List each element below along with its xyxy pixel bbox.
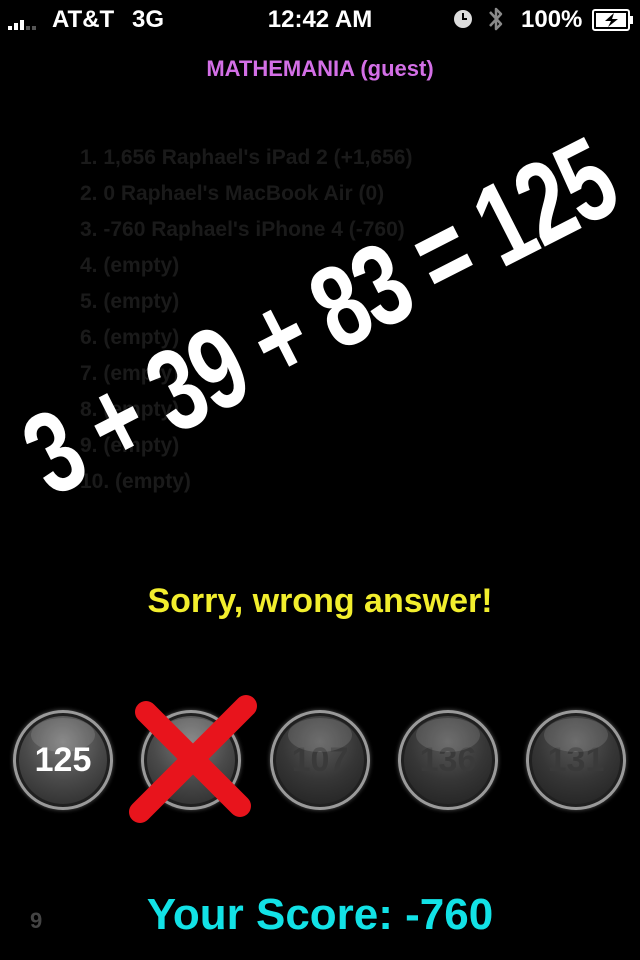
battery-charging-icon	[592, 9, 633, 31]
bluetooth-icon	[489, 7, 503, 31]
score-display: Your Score: -760	[146, 890, 494, 939]
answer-button-5[interactable]: 131	[526, 710, 626, 810]
status-bar: AT&T 3G 12:42 AM 100%	[0, 0, 640, 40]
leaderboard-entry: 1. 1,656 Raphael's iPad 2 (+1,656)	[80, 146, 413, 169]
battery-percent: 100%	[521, 6, 583, 33]
feedback-message: Sorry, wrong answer!	[147, 582, 493, 620]
answer-button-1[interactable]: 125	[13, 710, 113, 810]
app-title: MATHEMANIA (guest)	[206, 56, 434, 81]
answer-button-3[interactable]: 107	[270, 710, 370, 810]
answer-button-4[interactable]: 136	[398, 710, 498, 810]
clock-icon	[454, 10, 472, 28]
wrong-x-icon	[129, 695, 257, 823]
leaderboard-entry: 2. 0 Raphael's MacBook Air (0)	[80, 182, 385, 205]
